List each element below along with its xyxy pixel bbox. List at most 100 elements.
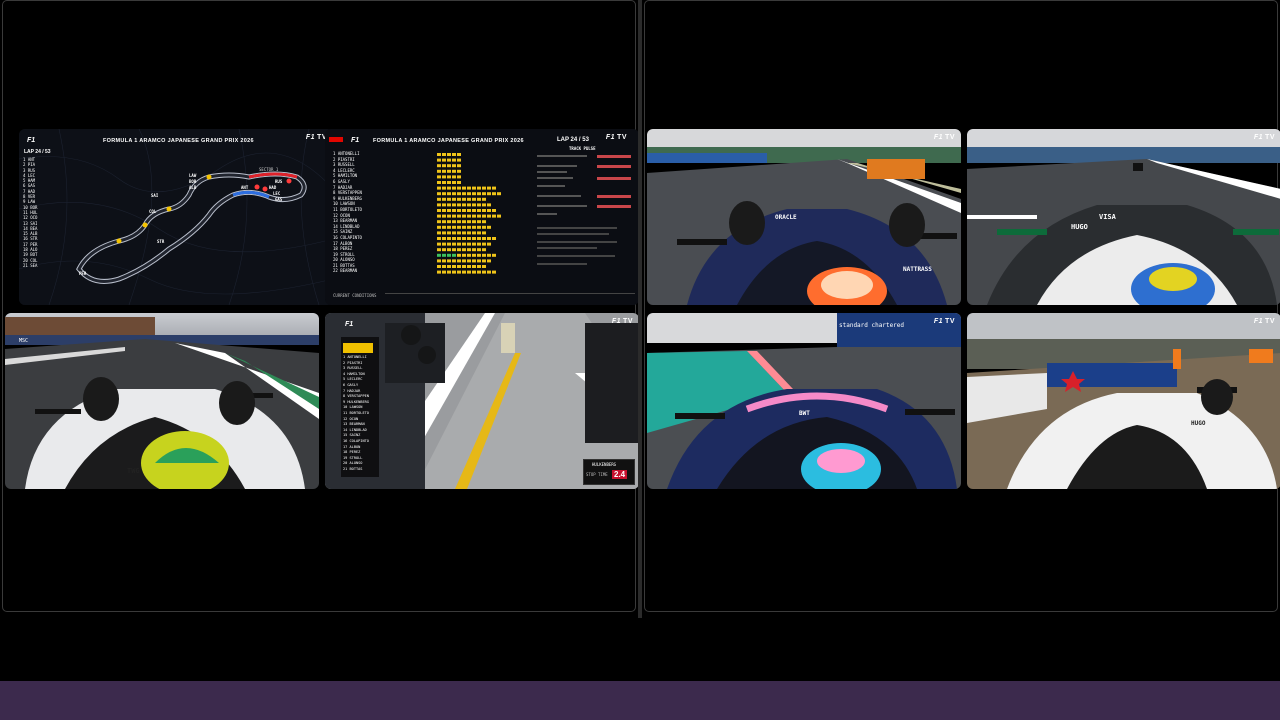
tyre-stint-mark bbox=[442, 186, 446, 190]
tyre-stint-mark bbox=[457, 237, 461, 240]
tyre-stint-mark bbox=[442, 214, 446, 218]
tyre-stint-mark bbox=[472, 248, 476, 252]
onboard-aston-feed[interactable]: F1 TV HUGO VISA bbox=[967, 129, 1280, 305]
tyre-stint-mark bbox=[487, 186, 491, 190]
track-map-feed[interactable]: FORMULA 1 ARAMCO JAPANESE GRAND PRIX 202… bbox=[19, 129, 333, 305]
f1tv-logo: F1 TV bbox=[1253, 318, 1275, 325]
tyre-stint-mark bbox=[472, 209, 476, 212]
tyre-stint-mark bbox=[462, 231, 466, 235]
tyre-stint-mark bbox=[467, 225, 471, 229]
tyre-stint-mark bbox=[447, 242, 451, 246]
multiview-panel-left[interactable]: FORMULA 1 ARAMCO JAPANESE GRAND PRIX 202… bbox=[2, 0, 639, 612]
tyre-stint-mark bbox=[452, 248, 456, 252]
tyre-stint-mark bbox=[452, 169, 456, 173]
tyre-stint-mark bbox=[442, 265, 446, 268]
tyre-stint-mark bbox=[447, 164, 451, 168]
tyre-stint-mark bbox=[457, 203, 461, 207]
tyre-stint-mark bbox=[492, 253, 496, 257]
onboard-redbull-video bbox=[647, 129, 961, 305]
track-driver-label: ANT bbox=[241, 185, 249, 190]
tyre-stint-mark bbox=[452, 265, 456, 268]
tyre-stint-mark bbox=[467, 248, 471, 252]
tyre-stint-mark bbox=[462, 209, 466, 212]
map-driver-row: 19 BOT bbox=[23, 252, 38, 258]
tyre-stint-mark bbox=[447, 175, 451, 179]
onboard-cadillac-feed[interactable]: F1 TV HUGO bbox=[967, 313, 1280, 489]
tyre-stint-mark bbox=[442, 209, 446, 212]
f1tv-logo: F1 TV bbox=[1253, 134, 1275, 141]
tyre-stint-mark bbox=[452, 175, 456, 179]
timing-row: 22 BEARMAN bbox=[333, 268, 358, 274]
tyre-stint-mark bbox=[447, 253, 451, 257]
tyre-stint-mark bbox=[447, 158, 451, 162]
tyre-stint-mark bbox=[462, 220, 466, 224]
tyre-stint-mark bbox=[467, 192, 471, 196]
tyre-stint-mark bbox=[442, 158, 446, 162]
tyre-stint-mark bbox=[487, 214, 491, 218]
tyre-stint-mark bbox=[447, 203, 451, 207]
tyre-stint-mark bbox=[462, 214, 466, 218]
tyre-stint-mark bbox=[467, 203, 471, 207]
f1tv-logo: F1 TV bbox=[611, 318, 633, 325]
tyre-stint-mark bbox=[457, 164, 461, 168]
tyre-stint-mark bbox=[462, 270, 466, 274]
track-driver-label: SAI bbox=[151, 193, 159, 198]
timing-tower-feed[interactable]: FORMULA 1 ARAMCO JAPANESE GRAND PRIX 202… bbox=[325, 129, 639, 305]
tyre-stint-mark bbox=[447, 192, 451, 196]
tyre-stint-mark bbox=[467, 259, 471, 263]
tyre-stint-mark bbox=[442, 220, 446, 224]
tyre-stint-mark bbox=[462, 197, 466, 201]
redbull-sponsor-2: NATTRASS bbox=[903, 266, 932, 273]
onboard-haas-feed[interactable]: MSC TWG bbox=[5, 313, 319, 489]
pit-driver-list: 1 ANTONELLI 2 PIASTRI 3 RUSSELL 4 HAMILTON 5… bbox=[343, 355, 369, 472]
tyre-stint-mark bbox=[472, 203, 476, 207]
tyre-stint-mark bbox=[442, 203, 446, 207]
f1-red-flag-icon bbox=[329, 137, 343, 142]
tyre-stint-mark bbox=[457, 225, 461, 229]
tyre-stint-mark bbox=[467, 209, 471, 212]
tyre-stint-mark bbox=[472, 225, 476, 229]
pit-stop-label: STOP TIME bbox=[586, 472, 608, 477]
tyre-stint-mark bbox=[457, 169, 461, 173]
tyre-stint-mark bbox=[442, 197, 446, 201]
tyre-stint-mark bbox=[457, 214, 461, 218]
tyre-stint-mark bbox=[452, 214, 456, 218]
tyre-stint-mark bbox=[452, 158, 456, 162]
onboard-haas-video bbox=[5, 313, 319, 489]
pit-row: 16 COLAPINTO bbox=[343, 438, 369, 443]
tyre-stint-mark bbox=[487, 237, 491, 240]
tyre-stint-mark bbox=[452, 186, 456, 190]
f1-logo: F1 bbox=[345, 321, 354, 328]
tyre-stint-mark bbox=[442, 231, 446, 235]
tyre-stint-mark bbox=[467, 237, 471, 240]
pit-lane-feed[interactable]: F1 1 ANTONELLI 2 PIASTRI 3 RUSSELL 4 HAMILT… bbox=[325, 313, 639, 489]
panel-divider[interactable] bbox=[638, 0, 642, 618]
multiview-panel-right[interactable]: F1 TV ORACLE NATTRASS F1 TV HUGO VISA F1… bbox=[644, 0, 1280, 612]
tyre-stint-mark bbox=[482, 203, 486, 207]
onboard-redbull-feed[interactable]: F1 TV ORACLE NATTRASS bbox=[647, 129, 961, 305]
tyre-stint-mark bbox=[477, 209, 481, 212]
tyre-stint-mark bbox=[472, 231, 476, 235]
tyre-stint-mark bbox=[482, 220, 486, 224]
timing-row: 11 BORTOLETO bbox=[333, 206, 362, 212]
bottom-bar bbox=[0, 681, 1280, 720]
tyre-stint-mark bbox=[442, 248, 446, 252]
tyre-stint-mark bbox=[447, 197, 451, 201]
tyre-stint-mark bbox=[457, 231, 461, 235]
onboard-alpine-feed[interactable]: F1 TV standard chartered BWT bbox=[647, 313, 961, 489]
tyre-stint-mark bbox=[437, 203, 441, 207]
timing-row: 8 VERSTAPPEN bbox=[333, 190, 362, 196]
alpine-sponsor-2: BWT bbox=[799, 410, 810, 417]
tyre-stint-mark bbox=[447, 248, 451, 252]
tyre-stint-mark bbox=[457, 209, 461, 212]
tyre-stint-mark bbox=[437, 153, 441, 156]
tyre-stint-mark bbox=[472, 192, 476, 196]
tyre-stint-mark bbox=[437, 164, 441, 168]
pit-stop-driver: HULKENBERG bbox=[592, 462, 617, 467]
tyre-stint-mark bbox=[447, 237, 451, 240]
tyre-stint-mark bbox=[462, 259, 466, 263]
tyre-stint-mark bbox=[452, 192, 456, 196]
tyre-stint-mark bbox=[467, 214, 471, 218]
track-driver-label: LAW bbox=[189, 173, 197, 178]
tyre-stint-mark bbox=[497, 192, 501, 196]
